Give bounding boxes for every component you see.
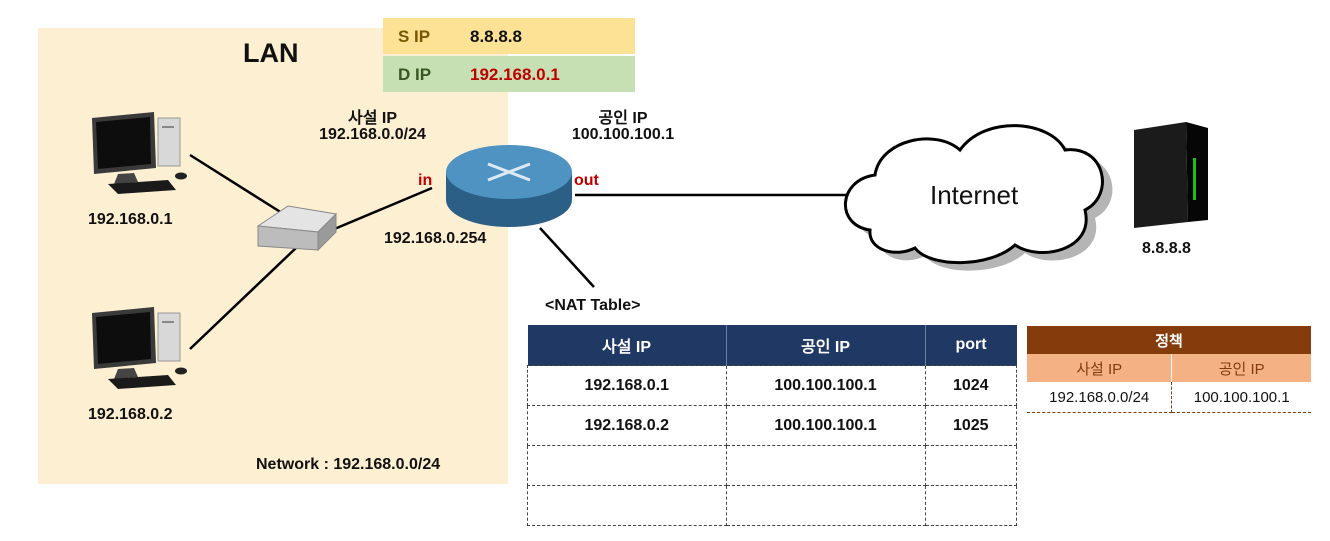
link-pc1-switch bbox=[189, 153, 283, 215]
policy-header-public: 공인 IP bbox=[1218, 360, 1265, 378]
private-network: 192.168.0.0/24 bbox=[319, 126, 426, 143]
switch-icon bbox=[256, 205, 338, 252]
nat-cell: 1024 bbox=[924, 365, 1017, 406]
computer-icon-1 bbox=[92, 112, 187, 194]
nat-cell bbox=[725, 445, 926, 486]
table-row: 192.168.0.0/24 100.100.100.1 bbox=[1027, 382, 1311, 413]
nat-header-public: 공인 IP bbox=[725, 325, 925, 366]
link-pc2-switch bbox=[189, 246, 298, 350]
server-icon bbox=[1134, 122, 1208, 228]
nat-cell bbox=[924, 485, 1017, 526]
nat-header-port: port bbox=[924, 325, 1017, 366]
host-2-ip: 192.168.0.2 bbox=[88, 406, 173, 423]
computer-icon-2 bbox=[92, 307, 187, 389]
nat-cell: 100.100.100.1 bbox=[725, 365, 926, 406]
link-router-nattable bbox=[539, 227, 595, 288]
nat-cell bbox=[527, 445, 727, 486]
link-switch-router bbox=[331, 186, 433, 232]
table-row: 192.168.0.1 100.100.100.1 1024 bbox=[527, 365, 1017, 406]
policy-title: 정책 bbox=[1155, 332, 1183, 350]
policy-private-network: 192.168.0.0/24 bbox=[1027, 382, 1173, 413]
table-row: 192.168.0.2 100.100.100.1 1025 bbox=[527, 405, 1017, 446]
nat-table: 사설 IP 공인 IP port 192.168.0.1 100.100.100… bbox=[527, 325, 1017, 526]
table-row bbox=[527, 485, 1017, 526]
internet-label: Internet bbox=[930, 180, 1019, 210]
server-ip: 8.8.8.8 bbox=[1142, 240, 1191, 257]
nat-cell bbox=[725, 485, 926, 526]
network-label: Network : 192.168.0.0/24 bbox=[256, 456, 441, 473]
table-row bbox=[527, 445, 1017, 486]
policy-table: 정책 사설 IP 공인 IP 192.168.0.0/24 100.100.10… bbox=[1027, 326, 1311, 413]
nat-cell bbox=[527, 485, 727, 526]
private-ip-label: 사설 IP bbox=[347, 110, 397, 127]
nat-cell: 100.100.100.1 bbox=[725, 405, 926, 446]
router-out-label: out bbox=[574, 172, 599, 189]
nat-cell: 192.168.0.2 bbox=[527, 405, 727, 446]
nat-cell: 192.168.0.1 bbox=[527, 365, 727, 406]
nat-cell bbox=[924, 445, 1017, 486]
public-ip-label: 공인 IP bbox=[598, 110, 648, 127]
policy-public-ip: 100.100.100.1 bbox=[1171, 382, 1311, 413]
nat-table-title: <NAT Table> bbox=[545, 297, 641, 314]
public-ip-value: 100.100.100.1 bbox=[571, 126, 675, 143]
policy-header-private: 사설 IP bbox=[1027, 354, 1173, 382]
router-in-label: in bbox=[418, 172, 433, 189]
nat-cell: 1025 bbox=[924, 405, 1017, 446]
host-1-ip: 192.168.0.1 bbox=[88, 211, 173, 228]
nat-header-private: 사설 IP bbox=[527, 325, 726, 366]
router-inside-ip: 192.168.0.254 bbox=[384, 230, 487, 247]
router-icon bbox=[446, 145, 572, 227]
